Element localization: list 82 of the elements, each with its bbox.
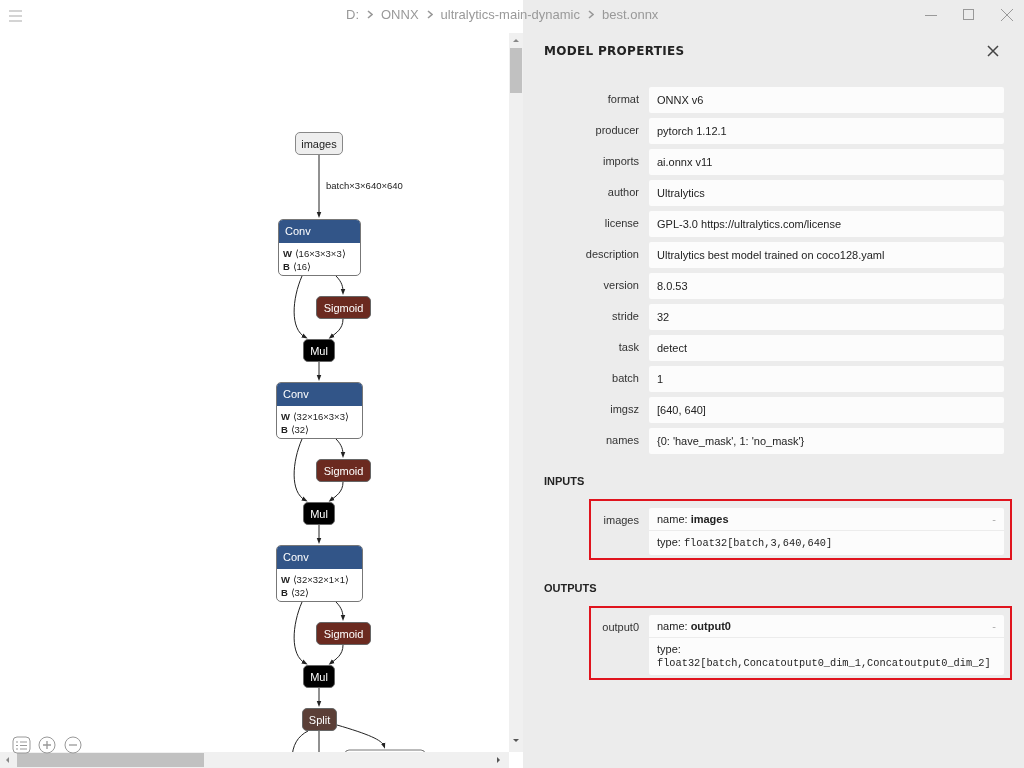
property-label: format [606, 92, 639, 105]
edge-arrow [293, 275, 308, 339]
edge-arrow [316, 687, 322, 707]
input-node[interactable]: images [295, 132, 343, 155]
edge-arrow [328, 644, 344, 665]
edge-arrow [328, 318, 344, 339]
activation-node[interactable]: Sigmoid [316, 459, 371, 482]
property-value: GPL-3.0 https://ultralytics.com/license [649, 211, 1004, 237]
node-attribute: W ⟨32×16×3×3⟩ [281, 410, 350, 423]
property-value: [640, 640] [649, 397, 1004, 423]
property-label: license [603, 216, 639, 229]
property-label: output0 [601, 620, 639, 633]
argument-type: type: float32[batch,Concatoutput0_dim_1,Concatoutput0_dim_2] [656, 642, 992, 671]
node-title: Conv [277, 546, 362, 569]
property-label: producer [594, 123, 639, 136]
menu-icon[interactable] [9, 10, 22, 22]
property-value: ONNX v6 [649, 87, 1004, 113]
property-value: 1 [649, 366, 1004, 392]
section-title: INPUTS [544, 475, 586, 487]
node-attribute: B ⟨32⟩ [281, 586, 311, 599]
property-value: {0: 'have_mask', 1: 'no_mask'} [649, 428, 1004, 454]
conv-node[interactable]: Conv W ⟨16×3×3×3⟩ B ⟨16⟩ [278, 219, 361, 276]
edge-arrow [316, 524, 322, 544]
property-value: Ultralytics [649, 180, 1004, 206]
panel-title: MODEL PROPERTIES [544, 44, 685, 58]
chevron-icon [588, 10, 594, 19]
chevron-icon [426, 10, 433, 19]
mul-node[interactable]: Mul [303, 339, 335, 362]
edge-arrow [335, 601, 346, 621]
edge-arrow [293, 438, 308, 502]
property-label: batch [611, 371, 639, 384]
node-title: Conv [277, 383, 362, 406]
edge-arrow [328, 481, 344, 502]
split-node[interactable]: Split [302, 708, 337, 731]
edge-arrow [335, 438, 346, 458]
property-value: Ultralytics best model trained on coco128.yaml [649, 242, 1004, 268]
edge-arrow [316, 154, 322, 218]
property-value: 8.0.53 [649, 273, 1004, 299]
close-icon[interactable] [987, 45, 999, 57]
property-label: imgsz [609, 402, 639, 415]
mul-node[interactable]: Mul [303, 502, 335, 525]
mul-node[interactable]: Mul [303, 665, 335, 688]
edge-line [318, 730, 320, 752]
edge-arrow [316, 361, 322, 381]
argument-name: name: output0 [657, 620, 731, 632]
conv-node[interactable]: Conv W ⟨32×32×1×1⟩ B ⟨32⟩ [276, 545, 363, 602]
vertical-scrollbar[interactable] [509, 33, 523, 752]
property-label: description [584, 247, 639, 260]
list-icon[interactable] [12, 736, 31, 755]
property-label: task [617, 340, 639, 353]
property-value: detect [649, 335, 1004, 361]
property-label: imports [601, 154, 639, 167]
edge-label: batch×3×640×640 [326, 180, 403, 191]
horizontal-scrollbar[interactable] [0, 752, 509, 768]
node-attribute: B ⟨16⟩ [283, 260, 313, 273]
zoom-out-icon[interactable] [64, 736, 83, 755]
edge-arrow [335, 275, 346, 295]
property-label: stride [611, 309, 639, 322]
maximize-icon[interactable] [962, 8, 976, 22]
property-value: pytorch 1.12.1 [649, 118, 1004, 144]
property-label: version [602, 278, 639, 291]
activation-node[interactable]: Sigmoid [316, 622, 371, 645]
conv-node[interactable]: Conv W ⟨32×16×3×3⟩ B ⟨32⟩ [276, 382, 363, 439]
node-title: Conv [279, 220, 360, 243]
edge-arrow [293, 601, 308, 665]
property-value: ai.onnx v11 [649, 149, 1004, 175]
argument-type: type: float32[batch,3,640,640] [656, 535, 834, 551]
edge-arrow [336, 724, 386, 749]
property-value: 32 [649, 304, 1004, 330]
property-label: author [606, 185, 639, 198]
section-title: OUTPUTS [544, 582, 598, 594]
chevron-icon [367, 10, 373, 19]
argument-name: name: images [657, 513, 729, 525]
activation-node[interactable]: Sigmoid [316, 296, 371, 319]
zoom-in-icon[interactable] [38, 736, 57, 755]
property-label: names [604, 433, 639, 446]
property-label: images [602, 513, 639, 526]
graph-node[interactable] [344, 749, 426, 752]
edge-line [291, 730, 309, 752]
node-attribute: B ⟨32⟩ [281, 423, 311, 436]
node-attribute: W ⟨32×32×1×1⟩ [281, 573, 350, 586]
node-attribute: W ⟨16×3×3×3⟩ [283, 247, 347, 260]
